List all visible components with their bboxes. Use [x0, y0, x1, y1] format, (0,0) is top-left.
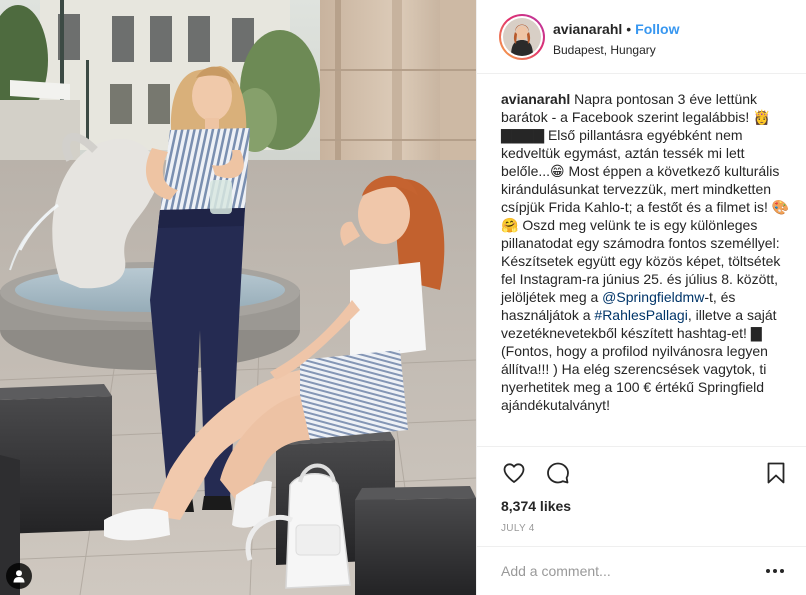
user-tag-icon: [13, 570, 25, 583]
save-button[interactable]: [763, 460, 789, 486]
like-count[interactable]: 8,374 likes: [501, 498, 571, 514]
action-bar: [477, 446, 806, 484]
caption-segment: Napra pontosan 3 éve lettünk barátok - a…: [501, 91, 790, 305]
caption-username[interactable]: avianarahl: [501, 91, 570, 107]
username-link[interactable]: avianarahl: [553, 21, 622, 37]
post-date[interactable]: JULY 4: [501, 523, 535, 534]
location-link[interactable]: Budapest, Hungary: [553, 42, 680, 58]
comment-button[interactable]: [545, 460, 571, 486]
post-details-panel: avianarahl • Follow Budapest, Hungary avia…: [476, 0, 806, 595]
hashtag-link[interactable]: #RahlesPallagi: [594, 307, 687, 323]
avatar-story-ring[interactable]: [499, 14, 545, 60]
more-options-button[interactable]: [763, 561, 787, 581]
post-header: avianarahl • Follow Budapest, Hungary: [477, 0, 806, 74]
like-button[interactable]: [501, 460, 527, 486]
user-tag-button[interactable]: [6, 563, 32, 589]
mention-link[interactable]: @Springfieldmw: [602, 289, 704, 305]
comment-bubble-icon: [547, 462, 569, 484]
more-options-icon: [766, 569, 770, 573]
heart-icon: [503, 463, 525, 483]
comment-input[interactable]: [501, 561, 741, 581]
follow-button[interactable]: Follow: [635, 21, 679, 37]
post-photo[interactable]: [0, 0, 476, 595]
photo-scene: [0, 0, 476, 595]
comment-bar: [477, 546, 806, 595]
separator-dot: •: [626, 21, 632, 37]
bookmark-icon: [767, 462, 785, 484]
post-caption: avianarahl Napra pontosan 3 éve lettünk …: [501, 90, 797, 414]
avatar: [503, 18, 541, 56]
instagram-post: avianarahl • Follow Budapest, Hungary avia…: [0, 0, 806, 595]
